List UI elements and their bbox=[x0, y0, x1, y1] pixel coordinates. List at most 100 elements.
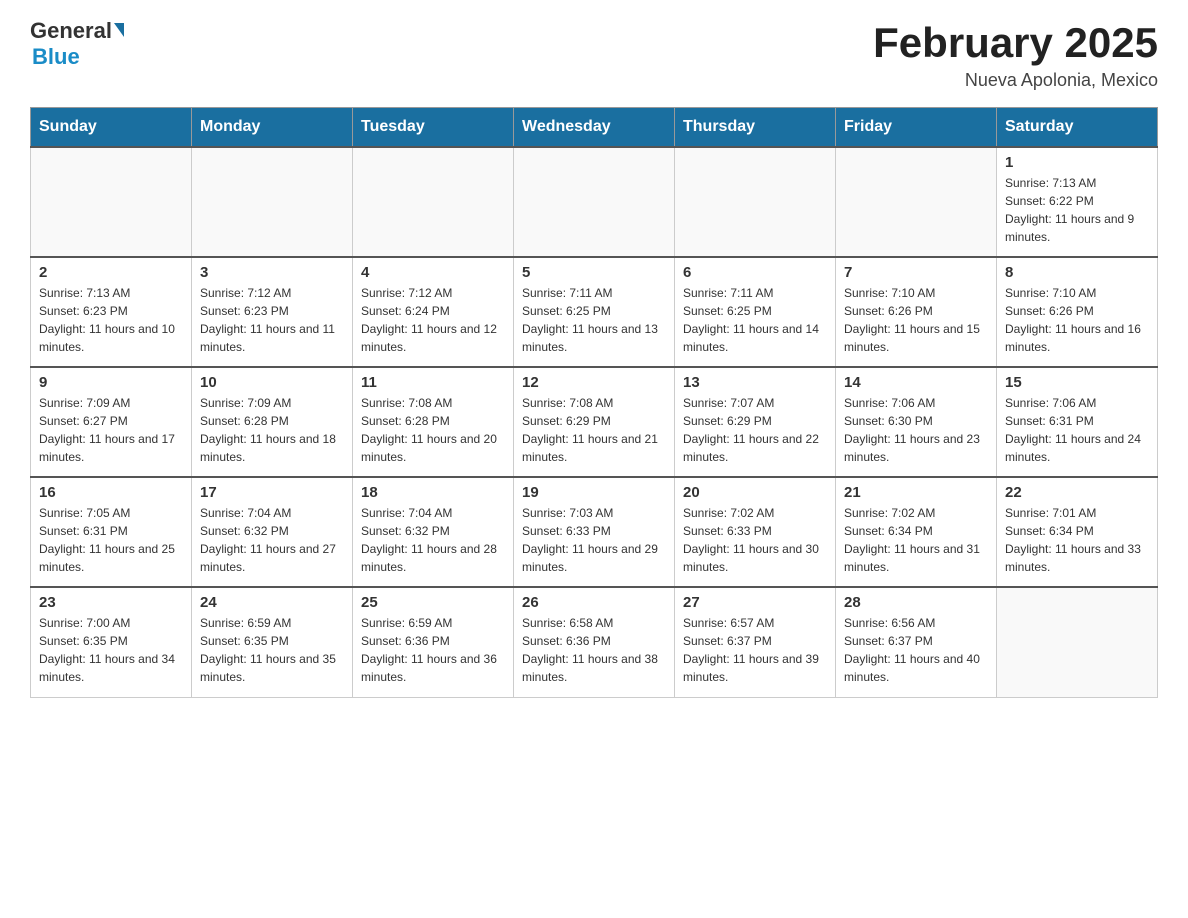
day-info: Sunrise: 7:02 AMSunset: 6:34 PMDaylight:… bbox=[844, 504, 988, 576]
calendar-cell: 24 Sunrise: 6:59 AMSunset: 6:35 PMDayligh… bbox=[192, 587, 353, 697]
day-info: Sunrise: 6:59 AMSunset: 6:35 PMDaylight:… bbox=[200, 614, 344, 686]
calendar-week-2: 2 Sunrise: 7:13 AMSunset: 6:23 PMDaylight… bbox=[31, 257, 1158, 367]
calendar-header-friday: Friday bbox=[836, 108, 997, 148]
day-info: Sunrise: 7:09 AMSunset: 6:27 PMDaylight:… bbox=[39, 394, 183, 466]
day-number: 7 bbox=[844, 264, 988, 281]
calendar-cell: 18 Sunrise: 7:04 AMSunset: 6:32 PMDayligh… bbox=[353, 477, 514, 587]
day-number: 16 bbox=[39, 484, 183, 501]
location: Nueva Apolonia, Mexico bbox=[873, 70, 1158, 91]
day-number: 8 bbox=[1005, 264, 1149, 281]
calendar-cell: 23 Sunrise: 7:00 AMSunset: 6:35 PMDayligh… bbox=[31, 587, 192, 697]
day-info: Sunrise: 7:04 AMSunset: 6:32 PMDaylight:… bbox=[361, 504, 505, 576]
calendar-cell: 6Sunrise: 7:11 AMSunset: 6:25 PMDaylight… bbox=[675, 257, 836, 367]
calendar-week-3: 9 Sunrise: 7:09 AMSunset: 6:27 PMDaylight… bbox=[31, 367, 1158, 477]
calendar-cell: 28 Sunrise: 6:56 AMSunset: 6:37 PMDayligh… bbox=[836, 587, 997, 697]
calendar-cell bbox=[192, 147, 353, 257]
calendar-header-monday: Monday bbox=[192, 108, 353, 148]
day-info: Sunrise: 7:10 AMSunset: 6:26 PMDaylight:… bbox=[844, 284, 988, 356]
calendar-cell: 14 Sunrise: 7:06 AMSunset: 6:30 PMDayligh… bbox=[836, 367, 997, 477]
day-info: Sunrise: 7:12 AMSunset: 6:23 PMDaylight:… bbox=[200, 284, 344, 356]
day-info: Sunrise: 7:06 AMSunset: 6:30 PMDaylight:… bbox=[844, 394, 988, 466]
logo-general: General bbox=[30, 20, 112, 42]
day-number: 15 bbox=[1005, 374, 1149, 391]
calendar-week-5: 23 Sunrise: 7:00 AMSunset: 6:35 PMDayligh… bbox=[31, 587, 1158, 697]
day-number: 18 bbox=[361, 484, 505, 501]
calendar-cell: 5Sunrise: 7:11 AMSunset: 6:25 PMDaylight… bbox=[514, 257, 675, 367]
day-number: 1 bbox=[1005, 154, 1149, 171]
calendar-cell: 17Sunrise: 7:04 AMSunset: 6:32 PMDayligh… bbox=[192, 477, 353, 587]
day-info: Sunrise: 7:03 AMSunset: 6:33 PMDaylight:… bbox=[522, 504, 666, 576]
calendar-cell: 13 Sunrise: 7:07 AMSunset: 6:29 PMDayligh… bbox=[675, 367, 836, 477]
calendar-cell: 11Sunrise: 7:08 AMSunset: 6:28 PMDayligh… bbox=[353, 367, 514, 477]
calendar-cell bbox=[836, 147, 997, 257]
calendar-header-row: SundayMondayTuesdayWednesdayThursdayFrid… bbox=[31, 108, 1158, 148]
calendar-cell: 2 Sunrise: 7:13 AMSunset: 6:23 PMDaylight… bbox=[31, 257, 192, 367]
calendar-cell: 25 Sunrise: 6:59 AMSunset: 6:36 PMDayligh… bbox=[353, 587, 514, 697]
day-number: 4 bbox=[361, 264, 505, 281]
calendar-cell: 9 Sunrise: 7:09 AMSunset: 6:27 PMDaylight… bbox=[31, 367, 192, 477]
day-info: Sunrise: 6:57 AMSunset: 6:37 PMDaylight:… bbox=[683, 614, 827, 686]
day-info: Sunrise: 6:56 AMSunset: 6:37 PMDaylight:… bbox=[844, 614, 988, 686]
calendar-cell: 3 Sunrise: 7:12 AMSunset: 6:23 PMDaylight… bbox=[192, 257, 353, 367]
day-number: 6 bbox=[683, 264, 827, 281]
day-info: Sunrise: 7:13 AMSunset: 6:22 PMDaylight:… bbox=[1005, 174, 1149, 246]
day-number: 19 bbox=[522, 484, 666, 501]
day-info: Sunrise: 7:08 AMSunset: 6:29 PMDaylight:… bbox=[522, 394, 666, 466]
calendar-cell bbox=[514, 147, 675, 257]
day-number: 3 bbox=[200, 264, 344, 281]
calendar: SundayMondayTuesdayWednesdayThursdayFrid… bbox=[30, 107, 1158, 698]
day-info: Sunrise: 6:59 AMSunset: 6:36 PMDaylight:… bbox=[361, 614, 505, 686]
day-info: Sunrise: 7:11 AMSunset: 6:25 PMDaylight:… bbox=[522, 284, 666, 356]
day-number: 23 bbox=[39, 594, 183, 611]
logo-blue: Blue bbox=[32, 44, 80, 70]
calendar-header-wednesday: Wednesday bbox=[514, 108, 675, 148]
logo: General Blue bbox=[30, 20, 124, 70]
day-info: Sunrise: 7:01 AMSunset: 6:34 PMDaylight:… bbox=[1005, 504, 1149, 576]
calendar-cell: 10 Sunrise: 7:09 AMSunset: 6:28 PMDayligh… bbox=[192, 367, 353, 477]
calendar-cell bbox=[997, 587, 1158, 697]
day-info: Sunrise: 7:06 AMSunset: 6:31 PMDaylight:… bbox=[1005, 394, 1149, 466]
day-number: 28 bbox=[844, 594, 988, 611]
calendar-cell: 12 Sunrise: 7:08 AMSunset: 6:29 PMDayligh… bbox=[514, 367, 675, 477]
calendar-cell bbox=[353, 147, 514, 257]
day-number: 21 bbox=[844, 484, 988, 501]
month-title: February 2025 bbox=[873, 20, 1158, 66]
calendar-header-thursday: Thursday bbox=[675, 108, 836, 148]
calendar-cell: 26 Sunrise: 6:58 AMSunset: 6:36 PMDayligh… bbox=[514, 587, 675, 697]
calendar-header-saturday: Saturday bbox=[997, 108, 1158, 148]
day-info: Sunrise: 6:58 AMSunset: 6:36 PMDaylight:… bbox=[522, 614, 666, 686]
day-number: 12 bbox=[522, 374, 666, 391]
calendar-cell: 1 Sunrise: 7:13 AMSunset: 6:22 PMDaylight… bbox=[997, 147, 1158, 257]
day-info: Sunrise: 7:12 AMSunset: 6:24 PMDaylight:… bbox=[361, 284, 505, 356]
day-info: Sunrise: 7:07 AMSunset: 6:29 PMDaylight:… bbox=[683, 394, 827, 466]
title-section: February 2025 Nueva Apolonia, Mexico bbox=[873, 20, 1158, 91]
calendar-cell: 20 Sunrise: 7:02 AMSunset: 6:33 PMDayligh… bbox=[675, 477, 836, 587]
day-info: Sunrise: 7:00 AMSunset: 6:35 PMDaylight:… bbox=[39, 614, 183, 686]
calendar-week-4: 16Sunrise: 7:05 AMSunset: 6:31 PMDayligh… bbox=[31, 477, 1158, 587]
day-number: 27 bbox=[683, 594, 827, 611]
calendar-header-tuesday: Tuesday bbox=[353, 108, 514, 148]
calendar-cell: 19 Sunrise: 7:03 AMSunset: 6:33 PMDayligh… bbox=[514, 477, 675, 587]
calendar-cell: 15 Sunrise: 7:06 AMSunset: 6:31 PMDayligh… bbox=[997, 367, 1158, 477]
calendar-header-sunday: Sunday bbox=[31, 108, 192, 148]
calendar-cell: 4 Sunrise: 7:12 AMSunset: 6:24 PMDaylight… bbox=[353, 257, 514, 367]
day-number: 22 bbox=[1005, 484, 1149, 501]
day-number: 24 bbox=[200, 594, 344, 611]
day-info: Sunrise: 7:09 AMSunset: 6:28 PMDaylight:… bbox=[200, 394, 344, 466]
day-number: 9 bbox=[39, 374, 183, 391]
calendar-cell: 22 Sunrise: 7:01 AMSunset: 6:34 PMDayligh… bbox=[997, 477, 1158, 587]
day-number: 14 bbox=[844, 374, 988, 391]
day-number: 20 bbox=[683, 484, 827, 501]
day-number: 2 bbox=[39, 264, 183, 281]
day-number: 25 bbox=[361, 594, 505, 611]
logo-text: General bbox=[30, 20, 124, 42]
day-number: 26 bbox=[522, 594, 666, 611]
calendar-cell bbox=[31, 147, 192, 257]
day-number: 13 bbox=[683, 374, 827, 391]
logo-arrow-icon bbox=[114, 23, 124, 37]
day-number: 10 bbox=[200, 374, 344, 391]
day-info: Sunrise: 7:13 AMSunset: 6:23 PMDaylight:… bbox=[39, 284, 183, 356]
day-info: Sunrise: 7:02 AMSunset: 6:33 PMDaylight:… bbox=[683, 504, 827, 576]
calendar-cell: 21 Sunrise: 7:02 AMSunset: 6:34 PMDayligh… bbox=[836, 477, 997, 587]
day-info: Sunrise: 7:04 AMSunset: 6:32 PMDaylight:… bbox=[200, 504, 344, 576]
